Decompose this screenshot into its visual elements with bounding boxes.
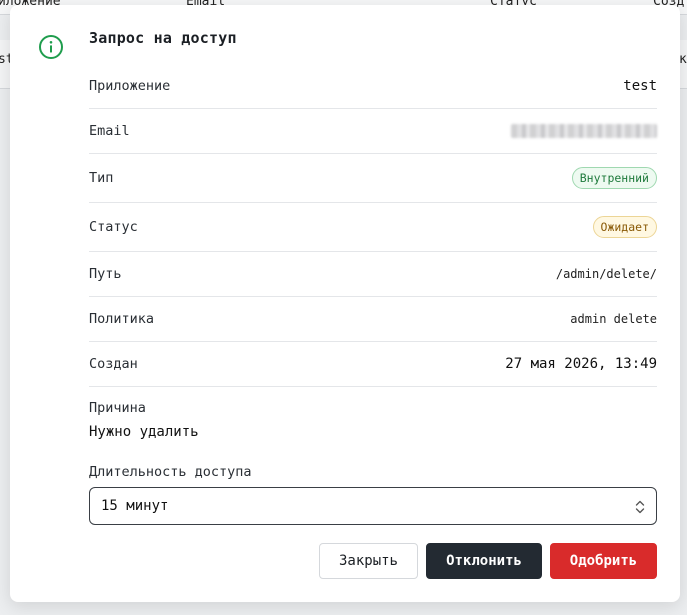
- email-value-redacted: [511, 124, 657, 138]
- detail-label: Путь: [89, 266, 122, 282]
- detail-label: Статус: [89, 219, 138, 235]
- background-row-cell: к: [679, 52, 687, 67]
- detail-row-path: Путь /admin/delete/: [89, 252, 657, 297]
- detail-label: Создан: [89, 356, 138, 372]
- detail-row-policy: Политика admin delete: [89, 297, 657, 342]
- application-value: test: [623, 78, 657, 94]
- created-value: 27 мая 2026, 13:49: [505, 356, 657, 372]
- close-button[interactable]: Закрыть: [319, 543, 418, 579]
- path-value: /admin/delete/: [555, 267, 657, 281]
- detail-label: Приложение: [89, 78, 171, 94]
- dialog-title: Запрос на доступ: [89, 29, 237, 47]
- reject-button[interactable]: Отклонить: [426, 543, 542, 579]
- detail-label: Тип: [89, 170, 114, 186]
- policy-value: admin delete: [570, 312, 657, 326]
- detail-row-type: Тип Внутренний: [89, 154, 657, 203]
- detail-label: Политика: [89, 311, 155, 327]
- reason-label: Причина: [89, 400, 146, 416]
- detail-row-status: Статус Ожидает: [89, 203, 657, 252]
- reason-value: Нужно удалить: [89, 424, 199, 440]
- detail-row-created: Создан 27 мая 2026, 13:49: [89, 342, 657, 387]
- status-badge: Ожидает: [592, 216, 657, 238]
- reason-section: Причина Нужно удалить: [89, 400, 199, 440]
- details-list: Приложение test Email Тип Внутренний Ста…: [89, 64, 657, 387]
- detail-row-application: Приложение test: [89, 64, 657, 109]
- duration-label: Длительность доступа: [89, 464, 252, 480]
- duration-select[interactable]: 15 минут: [89, 487, 657, 525]
- chevron-up-down-icon: [635, 500, 645, 514]
- detail-row-email: Email: [89, 109, 657, 154]
- info-circle-icon: [39, 35, 63, 59]
- detail-label: Email: [89, 123, 130, 139]
- type-badge: Внутренний: [571, 167, 657, 189]
- approve-button[interactable]: Одобрить: [550, 543, 657, 579]
- access-request-dialog: Запрос на доступ Приложение test Email Т…: [10, 5, 680, 602]
- duration-selected-value: 15 минут: [101, 498, 169, 514]
